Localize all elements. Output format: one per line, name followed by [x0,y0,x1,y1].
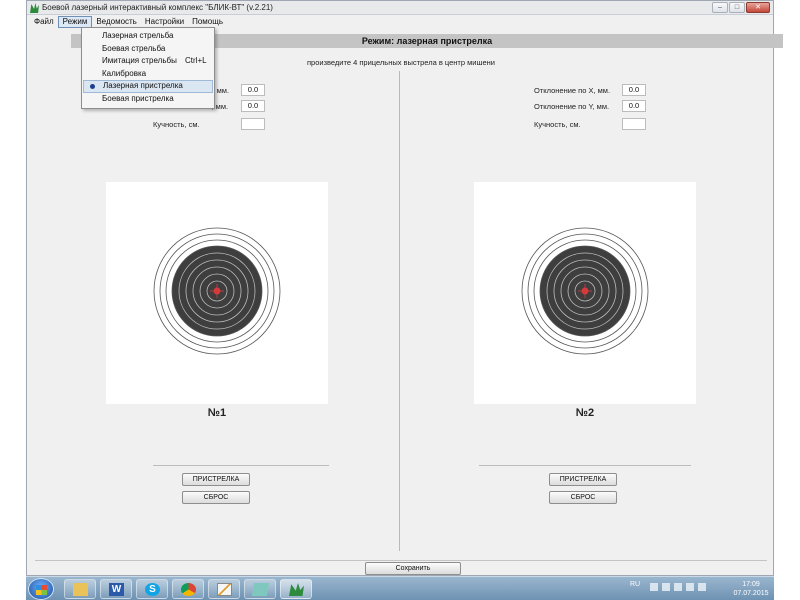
right-target-panel[interactable] [474,182,696,404]
menu-mode[interactable]: Режим [57,15,93,28]
menu-file[interactable]: Файл [30,16,58,28]
close-button[interactable]: ✕ [746,2,770,13]
start-button[interactable] [28,578,54,600]
taskbar-editor[interactable] [208,579,240,599]
right-dev-y-row: Отклонение по Y, мм. 0.0 [534,100,646,112]
language-indicator[interactable]: RU [630,581,640,588]
taskbar-clock[interactable]: 17:09 07.07.2015 [731,580,771,598]
dropdown-item-live-zeroing[interactable]: Боевая пристрелка [82,93,214,106]
left-grouping-label: Кучность, см. [153,119,200,129]
dropdown-item-shortcut: Ctrl+L [185,56,207,65]
title-bar: Боевой лазерный интерактивный комплекс "… [27,1,773,15]
app-window: Боевой лазерный интерактивный комплекс "… [26,0,783,576]
left-dev-x-field[interactable]: 0.0 [241,84,265,96]
taskbar-skype[interactable]: S [136,579,168,599]
clock-time: 17:09 [742,581,760,588]
left-zero-button[interactable]: ПРИСТРЕЛКА [182,473,250,486]
right-target-icon [521,227,649,355]
right-separator [479,465,691,466]
menu-settings[interactable]: Настройки [141,16,188,28]
skype-icon: S [145,583,160,596]
tray-flag-icon[interactable] [674,583,682,591]
tray-battery-icon[interactable] [698,583,706,591]
left-reset-button[interactable]: СБРОС [182,491,250,504]
clock-date: 07.07.2015 [733,590,769,597]
selected-bullet-icon [90,84,95,89]
menu-help[interactable]: Помощь [188,16,227,28]
tray-volume-icon[interactable] [686,583,694,591]
right-dev-y-label: Отклонение по Y, мм. [534,101,610,111]
system-tray [650,583,706,591]
left-grouping-field[interactable] [241,118,265,130]
dropdown-item-laser-zeroing[interactable]: Лазерная пристрелка [83,80,213,93]
right-zero-button[interactable]: ПРИСТРЕЛКА [549,473,617,486]
window-title: Боевой лазерный интерактивный комплекс "… [42,3,273,12]
word-icon: W [109,583,124,596]
left-target-panel[interactable] [106,182,328,404]
dropdown-item-label: Имитация стрельбы [102,56,177,65]
tray-arrow-icon[interactable] [650,583,658,591]
left-target-icon [153,227,281,355]
dropdown-item-laser-shooting[interactable]: Лазерная стрельба [82,30,214,43]
taskbar-blik-app[interactable] [280,579,312,599]
editor-icon [217,583,232,596]
dropdown-item-live-shooting[interactable]: Боевая стрельба [82,43,214,56]
left-target-number: №1 [207,407,227,419]
right-target-number: №2 [575,407,595,419]
explorer-icon [73,583,88,596]
right-grouping-label: Кучность, см. [534,119,581,129]
left-dev-y-field[interactable]: 0.0 [241,100,265,112]
taskbar-word[interactable]: W [100,579,132,599]
menu-report[interactable]: Ведомость [92,16,141,28]
taskbar-notes[interactable] [244,579,276,599]
save-button[interactable]: Сохранить [365,562,461,575]
taskbar-explorer[interactable] [64,579,96,599]
left-grouping-row: Кучность, см. [153,118,265,130]
dropdown-item-label: Боевая пристрелка [102,93,174,103]
mode-dropdown-menu: Лазерная стрельба Боевая стрельба Имитац… [81,27,215,109]
blik-app-icon [289,583,304,596]
dropdown-item-label: Калибровка [102,68,147,78]
tray-network-icon[interactable] [662,583,670,591]
right-dev-x-label: Отклонение по X, мм. [534,85,611,95]
dropdown-item-label: Лазерная стрельба [102,31,174,40]
right-grouping-field[interactable] [622,118,646,130]
dropdown-item-label: Лазерная пристрелка [103,81,183,90]
right-reset-button[interactable]: СБРОС [549,491,617,504]
left-separator [153,465,329,466]
right-dev-x-row: Отклонение по X, мм. 0.0 [534,84,646,96]
minimize-button[interactable]: – [712,2,728,13]
dropdown-item-label: Боевая стрельба [102,43,166,53]
dropdown-item-shooting-imitation[interactable]: Имитация стрельбы Ctrl+L [82,55,214,68]
app-logo-icon [30,3,39,13]
notes-icon [251,583,270,596]
maximize-button[interactable]: □ [729,2,745,13]
taskbar-chrome[interactable] [172,579,204,599]
panel-divider [399,71,400,551]
right-dev-y-field[interactable]: 0.0 [622,100,646,112]
windows-logo-icon [36,585,47,595]
footer-separator [35,560,767,561]
right-dev-x-field[interactable]: 0.0 [622,84,646,96]
chrome-icon [181,583,196,596]
taskbar: W S RU 17:09 07.07.2015 [26,576,774,600]
right-grouping-row: Кучность, см. [534,118,646,130]
dropdown-item-calibration[interactable]: Калибровка [82,68,214,81]
